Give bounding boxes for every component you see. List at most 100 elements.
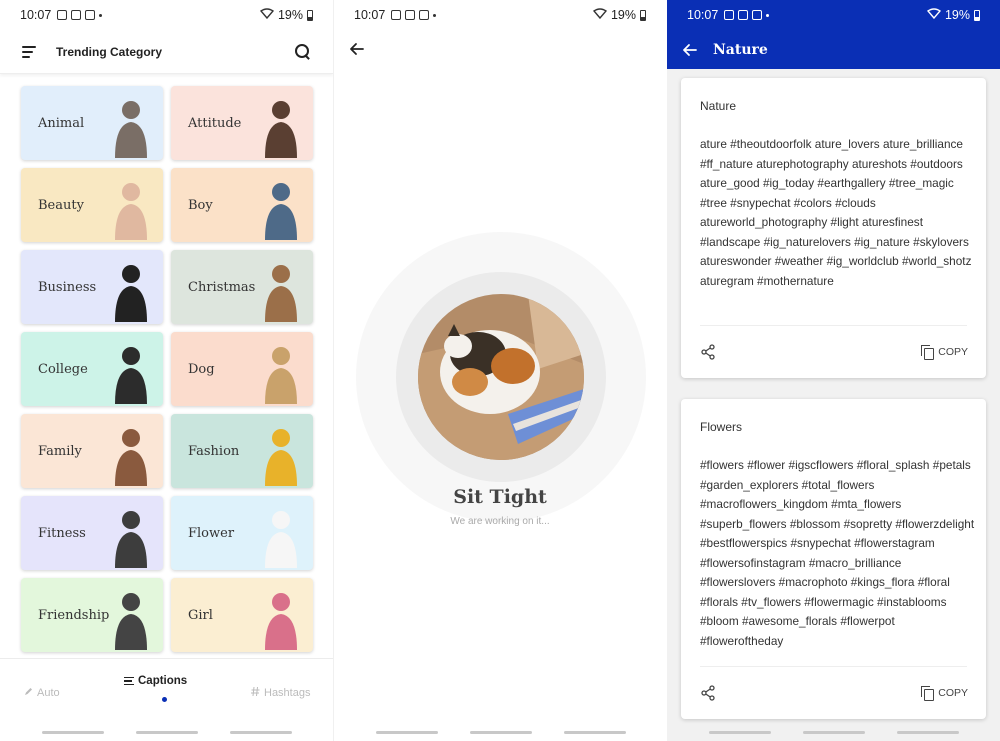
category-card-friendship[interactable]: Friendship — [21, 578, 163, 652]
category-label: Flower — [188, 526, 235, 541]
top-app-bar: Nature — [667, 30, 1000, 69]
nav-captions[interactable]: Captions — [124, 675, 187, 687]
wifi-icon — [926, 8, 942, 22]
category-card-fashion[interactable]: Fashion — [171, 414, 313, 488]
category-label: Beauty — [38, 198, 84, 213]
category-image — [101, 178, 155, 240]
nav-hashtags[interactable]: Hashtags — [251, 686, 311, 699]
hashtag-card-title: Nature — [700, 99, 737, 113]
copy-button[interactable]: COPY — [921, 686, 968, 701]
share-icon[interactable] — [700, 685, 716, 701]
category-image — [251, 260, 305, 322]
divider — [700, 666, 967, 667]
category-card-college[interactable]: College — [21, 332, 163, 406]
status-bar: 10:07 19% — [667, 0, 1000, 30]
category-label: Animal — [38, 116, 85, 131]
divider — [700, 325, 967, 326]
top-app-bar: Trending Category — [0, 30, 333, 74]
category-image — [101, 260, 155, 322]
battery-percent: 19% — [944, 8, 970, 22]
search-icon[interactable] — [295, 43, 311, 60]
battery-percent: 19% — [610, 8, 636, 22]
category-card-dog[interactable]: Dog — [171, 332, 313, 406]
category-label: College — [38, 362, 88, 377]
category-screen: 10:07 19% Trending Category Animal Attitu… — [0, 0, 333, 741]
hashtag-card: Nature ature #theoutdoorfolk ature_lover… — [681, 78, 986, 378]
nav-captions-label: Captions — [138, 675, 188, 687]
category-image — [251, 96, 305, 158]
copy-label: COPY — [938, 345, 968, 358]
active-tab-indicator — [162, 697, 167, 702]
category-image — [251, 588, 305, 650]
category-card-animal[interactable]: Animal — [21, 86, 163, 160]
hashtag-card-title: Flowers — [700, 420, 743, 434]
category-image — [251, 178, 305, 240]
category-label: Fitness — [38, 526, 86, 541]
copy-button[interactable]: COPY — [921, 345, 968, 360]
nav-hashtags-label: Hashtags — [264, 687, 311, 699]
status-time: 10:07 — [20, 8, 52, 22]
category-card-flower[interactable]: Flower — [171, 496, 313, 570]
category-label: Dog — [188, 362, 215, 377]
nav-auto[interactable]: Auto — [24, 687, 60, 699]
wifi-icon — [592, 8, 608, 22]
hashtag-screen: 10:07 19% Nature Nature ature #theoutdoo… — [667, 0, 1000, 741]
system-gesture-bar — [0, 731, 333, 737]
loading-cat-image — [418, 294, 584, 460]
status-bar: 10:07 19% — [0, 0, 333, 30]
category-label: Fashion — [188, 444, 240, 459]
nav-auto-label: Auto — [37, 687, 60, 699]
category-card-family[interactable]: Family — [21, 414, 163, 488]
back-arrow-icon[interactable] — [681, 41, 699, 59]
hashtag-card: Flowers #flowers #flower #igscflowers #f… — [681, 399, 986, 719]
category-label: Attitude — [188, 116, 242, 131]
copy-icon — [921, 345, 935, 360]
battery-icon — [640, 9, 646, 21]
category-card-christmas[interactable]: Christmas — [171, 250, 313, 324]
copy-icon — [921, 686, 935, 701]
category-label: Boy — [188, 198, 213, 213]
notification-icons — [724, 10, 770, 20]
category-image — [251, 424, 305, 486]
category-image — [251, 342, 305, 404]
category-label: Friendship — [38, 608, 110, 623]
loading-screen: 10:07 19% Sit Tight We are working on it… — [333, 0, 666, 741]
system-gesture-bar — [667, 731, 1000, 737]
category-label: Christmas — [188, 280, 256, 295]
category-grid: Animal Attitude Beauty Boy Business Christmas… — [21, 86, 313, 652]
back-arrow-icon[interactable] — [348, 40, 366, 58]
category-label: Family — [38, 444, 82, 459]
category-image — [101, 96, 155, 158]
category-card-business[interactable]: Business — [21, 250, 163, 324]
loading-subtitle: We are working on it... — [450, 516, 550, 527]
category-card-girl[interactable]: Girl — [171, 578, 313, 652]
category-card-fitness[interactable]: Fitness — [21, 496, 163, 570]
status-bar: 10:07 19% — [334, 0, 666, 30]
battery-icon — [974, 9, 980, 21]
category-label: Business — [38, 280, 97, 295]
hashtag-card-text: #flowers #flower #igscflowers #floral_sp… — [700, 458, 975, 648]
hash-icon — [251, 686, 260, 699]
pencil-icon — [24, 687, 33, 699]
category-image — [101, 342, 155, 404]
notification-icons — [57, 10, 103, 20]
copy-label: COPY — [938, 686, 968, 699]
status-right: 19% — [926, 8, 980, 22]
bottom-navigation: Auto Captions Hashtags — [0, 658, 333, 730]
battery-percent: 19% — [277, 8, 303, 22]
captions-icon — [124, 677, 134, 685]
category-image — [101, 424, 155, 486]
category-card-beauty[interactable]: Beauty — [21, 168, 163, 242]
share-icon[interactable] — [700, 344, 716, 360]
category-card-attitude[interactable]: Attitude — [171, 86, 313, 160]
notification-icons — [391, 10, 437, 20]
status-time: 10:07 — [687, 8, 719, 22]
loading-title: Sit Tight — [453, 486, 547, 508]
category-card-boy[interactable]: Boy — [171, 168, 313, 242]
hashtag-card-text: ature #theoutdoorfolk ature_lovers ature… — [700, 137, 972, 288]
category-image — [101, 506, 155, 568]
wifi-icon — [259, 8, 275, 22]
status-time: 10:07 — [354, 8, 386, 22]
menu-icon[interactable] — [22, 45, 36, 58]
category-image — [251, 506, 305, 568]
